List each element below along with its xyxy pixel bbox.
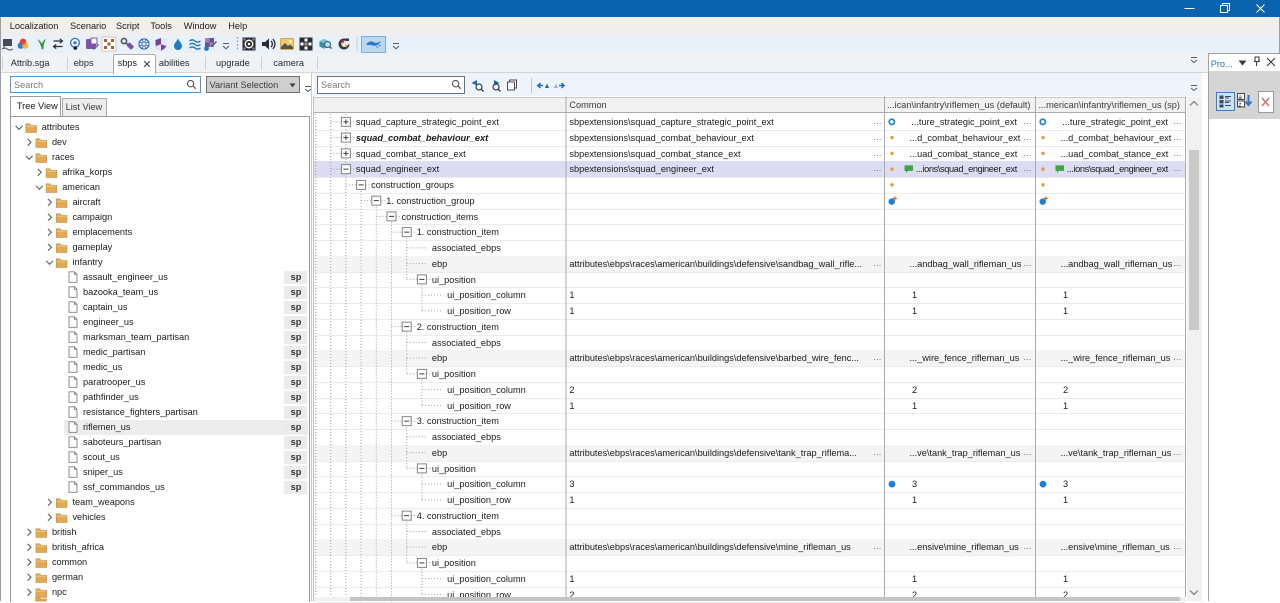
- svg-text:z: z: [1238, 103, 1241, 109]
